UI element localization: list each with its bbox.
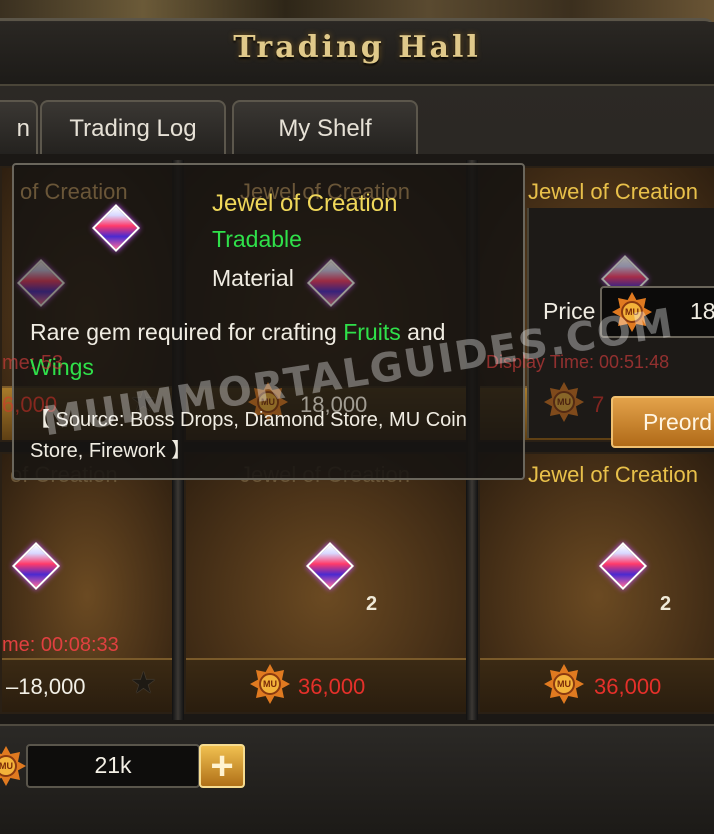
- card-item-name: of Creation: [20, 179, 128, 204]
- preorder-button[interactable]: Preord: [611, 396, 714, 448]
- item-quantity: 2: [366, 593, 378, 615]
- tab-trading-log[interactable]: Trading Log: [40, 100, 226, 154]
- mu-coin-icon: MU: [0, 746, 26, 786]
- mu-coin-icon: MU: [544, 382, 584, 422]
- listing-price: 36,000: [298, 674, 366, 699]
- tooltip-tradable: Tradable: [212, 226, 302, 252]
- tooltip-item-type: Material: [212, 265, 294, 291]
- item-quantity: 2: [660, 593, 672, 615]
- listing-price: 36,000: [594, 674, 662, 699]
- listing-timer: me: 00:08:33: [2, 634, 119, 656]
- add-currency-button[interactable]: +: [199, 744, 245, 788]
- listing-price: 7: [592, 392, 605, 417]
- price-input-value: 18,: [690, 298, 714, 324]
- window-title: Trading Hall: [233, 30, 481, 65]
- balance-value: 21k: [94, 752, 132, 778]
- currency-dash: –: [6, 674, 19, 699]
- tab-my-shelf[interactable]: My Shelf: [232, 100, 418, 154]
- desc-fruits: Fruits: [343, 319, 401, 345]
- card-item-name: Jewel of Creation: [528, 462, 698, 487]
- tooltip-item-name: Jewel of Creation: [212, 190, 398, 217]
- listing-price-value: 18,000: [18, 674, 86, 699]
- listing-timer: me: 53: [2, 352, 64, 374]
- listing-price: –18,000: [6, 674, 86, 700]
- mu-coin-icon: MU: [544, 664, 584, 704]
- mu-coin-icon: MU: [250, 664, 290, 704]
- card-item-name: Jewel of Creation: [528, 179, 698, 204]
- desc-text: Rare gem required for crafting: [30, 319, 344, 345]
- star-icon[interactable]: ★: [130, 666, 157, 701]
- tab-marketplace[interactable]: n: [0, 100, 38, 154]
